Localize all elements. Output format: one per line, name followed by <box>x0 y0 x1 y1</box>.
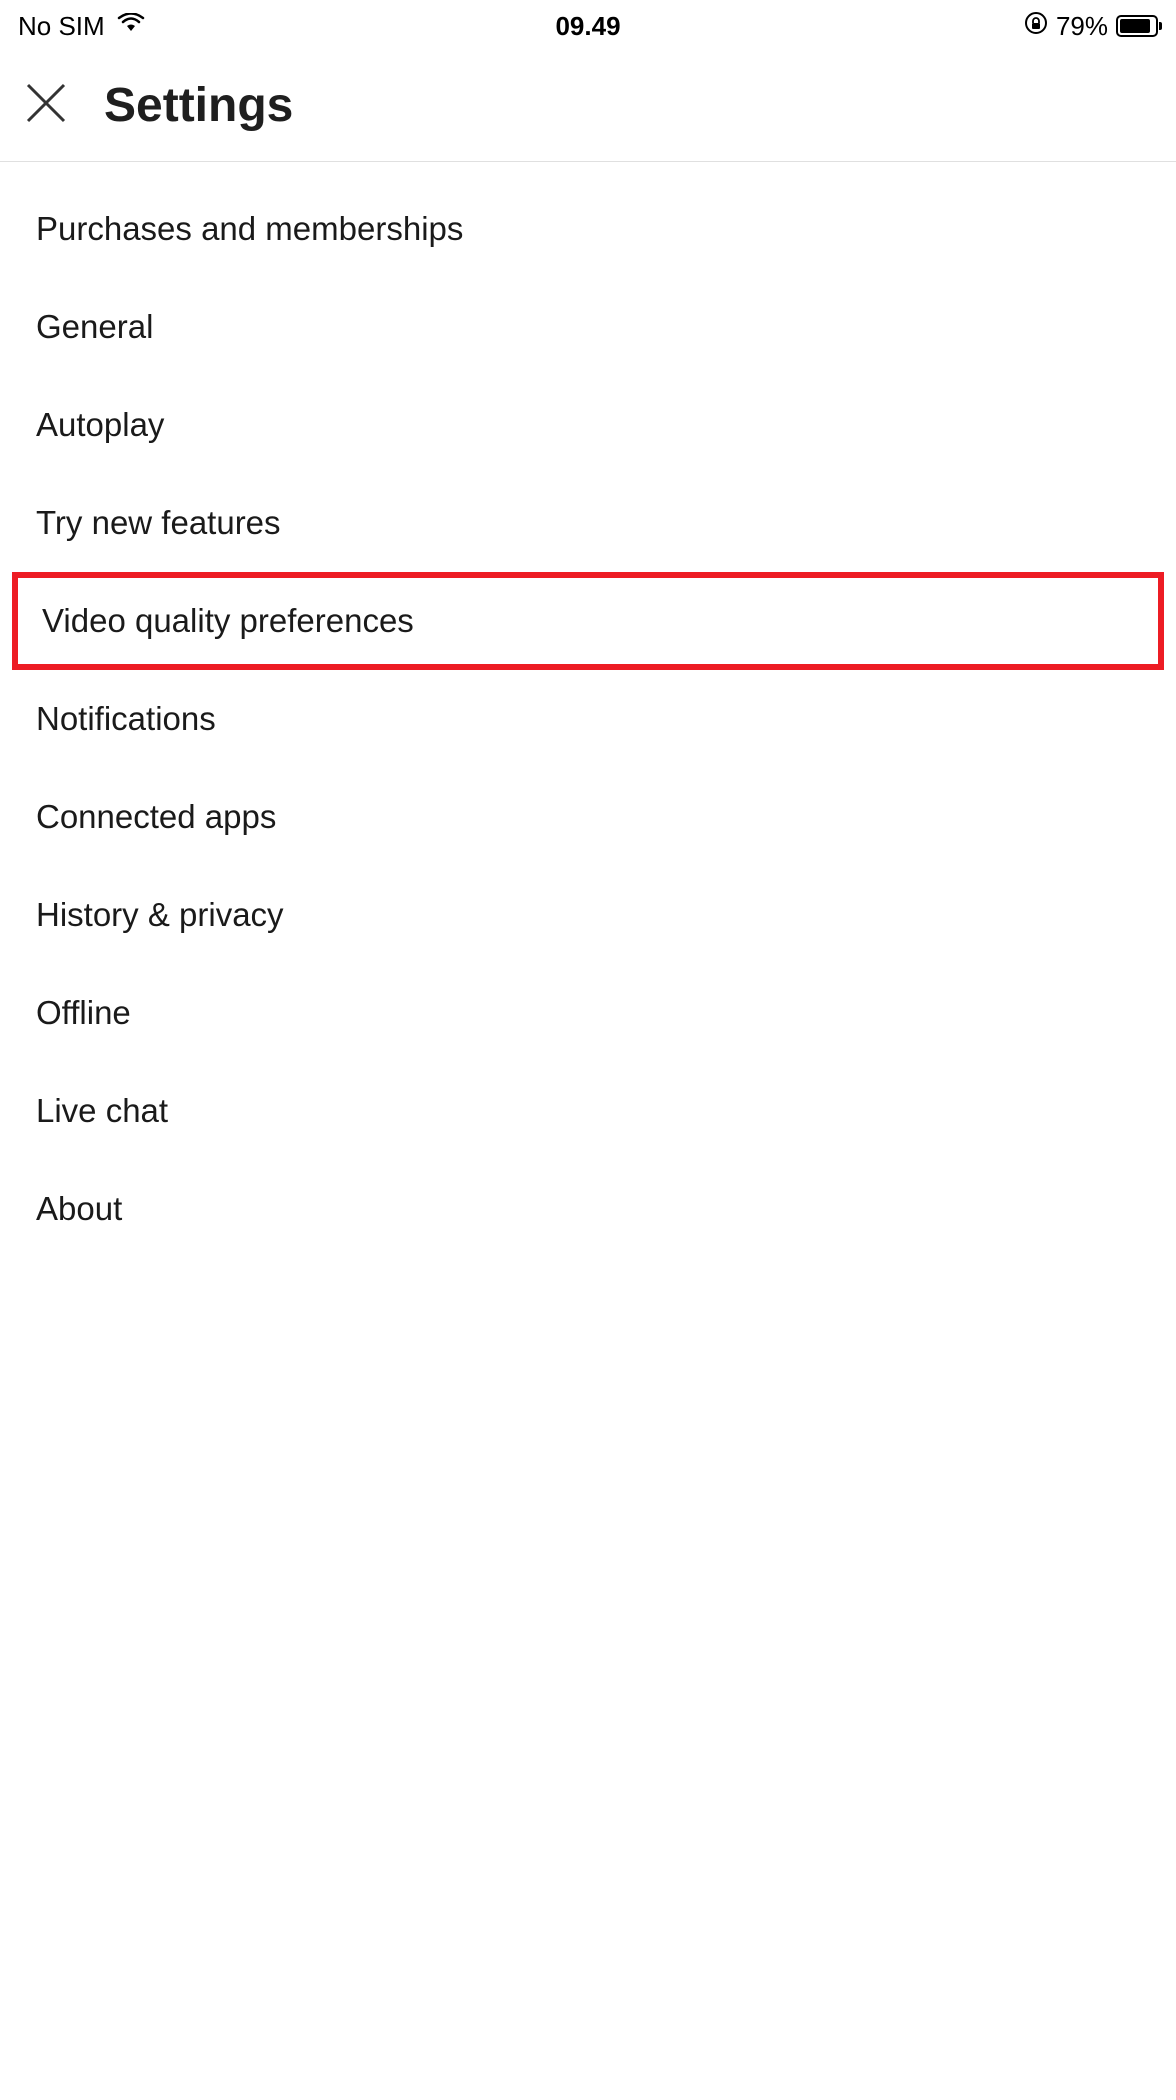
settings-item-label: Notifications <box>36 700 216 737</box>
settings-item-purchases[interactable]: Purchases and memberships <box>0 180 1176 278</box>
settings-item-label: General <box>36 308 153 345</box>
settings-item-about[interactable]: About <box>0 1160 1176 1258</box>
settings-item-label: Try new features <box>36 504 281 541</box>
status-left: No SIM <box>18 11 145 42</box>
status-time: 09.49 <box>555 11 620 42</box>
settings-item-general[interactable]: General <box>0 278 1176 376</box>
wifi-icon <box>117 11 145 42</box>
settings-item-history-privacy[interactable]: History & privacy <box>0 866 1176 964</box>
settings-item-connected-apps[interactable]: Connected apps <box>0 768 1176 866</box>
battery-icon <box>1116 15 1158 37</box>
settings-item-offline[interactable]: Offline <box>0 964 1176 1062</box>
settings-item-label: History & privacy <box>36 896 284 933</box>
settings-item-video-quality[interactable]: Video quality preferences <box>12 572 1164 670</box>
battery-percent: 79% <box>1056 11 1108 42</box>
page-title: Settings <box>104 78 293 133</box>
settings-item-live-chat[interactable]: Live chat <box>0 1062 1176 1160</box>
settings-item-label: Offline <box>36 994 131 1031</box>
settings-item-label: About <box>36 1190 122 1227</box>
settings-item-label: Autoplay <box>36 406 164 443</box>
settings-item-label: Connected apps <box>36 798 276 835</box>
orientation-lock-icon <box>1024 11 1048 41</box>
settings-item-autoplay[interactable]: Autoplay <box>0 376 1176 474</box>
settings-item-notifications[interactable]: Notifications <box>0 670 1176 768</box>
app-header: Settings <box>0 48 1176 162</box>
carrier-label: No SIM <box>18 11 105 42</box>
settings-item-label: Video quality preferences <box>42 602 414 639</box>
settings-list: Purchases and memberships General Autopl… <box>0 162 1176 1276</box>
settings-item-label: Live chat <box>36 1092 168 1129</box>
settings-item-try-new-features[interactable]: Try new features <box>0 474 1176 572</box>
settings-item-label: Purchases and memberships <box>36 210 463 247</box>
status-right: 79% <box>1024 11 1158 42</box>
status-bar: No SIM 09.49 79% <box>0 0 1176 48</box>
close-icon[interactable] <box>24 81 68 130</box>
